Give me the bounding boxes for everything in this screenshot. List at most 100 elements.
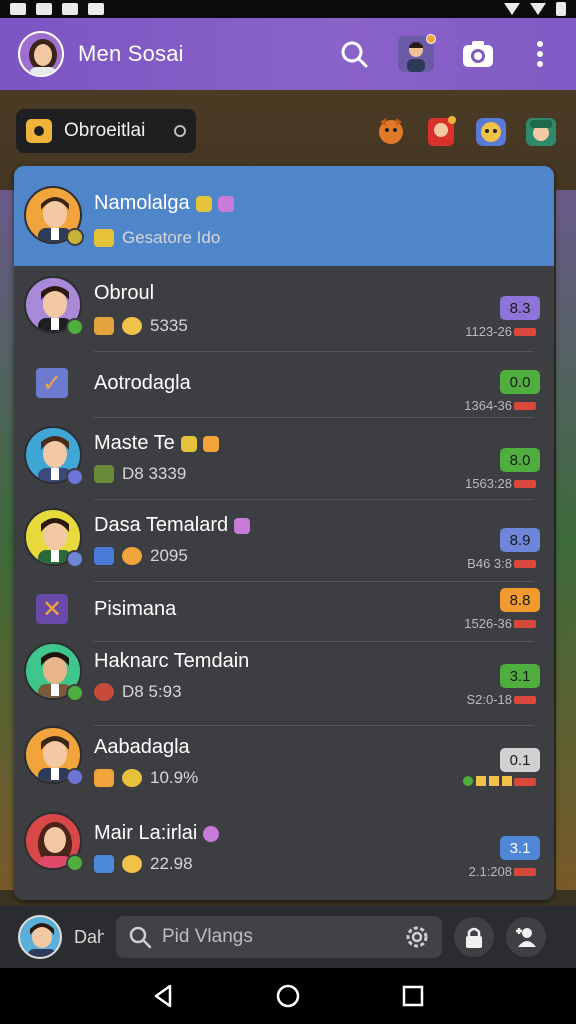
- search-icon: [341, 41, 368, 68]
- flag-icon: [514, 868, 536, 876]
- camera-button[interactable]: [460, 36, 496, 72]
- box-icon: [94, 317, 114, 335]
- contact-name: Namolalga: [94, 192, 234, 215]
- red-character-icon[interactable]: [424, 114, 458, 148]
- timestamp: 1123-26: [465, 324, 512, 339]
- online-badge-icon: [66, 684, 84, 702]
- search-button[interactable]: [336, 36, 372, 72]
- recents-icon[interactable]: [400, 983, 426, 1009]
- cat-character-icon[interactable]: [474, 114, 508, 148]
- camera-icon: [463, 41, 493, 67]
- timestamp: S2:0-18: [466, 692, 512, 707]
- person-add-icon: [516, 928, 536, 947]
- star-icon: [463, 776, 473, 786]
- ball-icon: [94, 683, 114, 701]
- emoji-icon: [122, 855, 142, 873]
- score-badge: 3.1: [500, 664, 540, 688]
- list-item[interactable]: Maste Te D8 3339 8.0 1563:28: [14, 418, 554, 500]
- home-icon[interactable]: [275, 983, 301, 1009]
- scene-decoration: [556, 190, 576, 890]
- online-badge-icon: [66, 768, 84, 786]
- list-item[interactable]: Obroul 5335 8.3 1123-26: [14, 266, 554, 352]
- flag-icon: [514, 620, 536, 628]
- contact-name: Maste Te: [94, 432, 219, 455]
- camera-chip-icon: [26, 119, 52, 143]
- star-icon: [502, 776, 512, 786]
- filter-label: Obroeitlai: [64, 120, 146, 141]
- contact-name: Mair La:irlai: [94, 822, 220, 845]
- checkbox-icon[interactable]: ✓: [36, 368, 68, 398]
- score-badge: 3.1: [500, 836, 540, 860]
- list-item[interactable]: Namolalga Gesatore Ido: [14, 166, 554, 266]
- contact-name: Obroul: [94, 282, 155, 304]
- star-icon: [94, 769, 114, 787]
- lock-button[interactable]: [454, 917, 494, 957]
- list-item[interactable]: Dasa Temalard 2095 8.9 B46 3:8: [14, 500, 554, 582]
- contact-avatar-button[interactable]: [398, 34, 436, 72]
- search-input[interactable]: [162, 926, 394, 948]
- gear-icon[interactable]: [404, 924, 430, 950]
- green-character-icon[interactable]: [524, 114, 558, 148]
- lock-icon: [466, 927, 482, 948]
- tag-icon: [217, 195, 234, 212]
- search-box[interactable]: [116, 916, 442, 958]
- list-item[interactable]: Mair La:irlai 22.98 3.1 2.1:208: [14, 812, 554, 900]
- more-vert-icon: [537, 41, 543, 67]
- flag-icon: [514, 328, 536, 336]
- online-badge-icon: [66, 854, 84, 872]
- timestamp: 2.1:208: [468, 864, 512, 879]
- flag-icon: [514, 560, 536, 568]
- list-item[interactable]: Aabadagla 10.9% 0.1: [14, 726, 554, 812]
- bottom-bar: Dah: [0, 906, 576, 968]
- emoji-icon: [122, 317, 142, 335]
- notification-icon: [36, 3, 52, 15]
- tag-icon: [180, 435, 197, 452]
- chart-icon: [94, 547, 114, 565]
- radio-icon: [174, 125, 186, 137]
- flag-icon: [514, 480, 536, 488]
- notification-icon: [88, 3, 104, 15]
- more-options-button[interactable]: [522, 36, 558, 72]
- contact-name: Aabadagla: [94, 736, 190, 758]
- message-preview: 5335: [94, 316, 188, 336]
- emoji-icon: [122, 547, 142, 565]
- tag-icon: [234, 517, 251, 534]
- close-box-icon[interactable]: ✕: [36, 594, 68, 624]
- score-badge: 8.9: [500, 528, 540, 552]
- filter-row: Obroeitlai: [16, 108, 564, 154]
- profile-avatar[interactable]: [18, 31, 64, 77]
- message-preview: Gesatore Ido: [94, 228, 220, 248]
- list-item[interactable]: Haknarc Temdain D8 5:93 3.1 S2:0-18: [14, 642, 554, 726]
- filter-chip[interactable]: Obroeitlai: [16, 109, 196, 153]
- score-badge: 0.0: [500, 370, 540, 394]
- image-icon: [94, 465, 114, 483]
- message-preview: 10.9%: [94, 768, 198, 788]
- list-item[interactable]: ✕ Pisimana 8.8 1526-36: [14, 582, 554, 642]
- notification-icon: [10, 3, 26, 15]
- avatar-illustration: [20, 33, 62, 75]
- plane-icon: [94, 855, 114, 873]
- tag-icon: [195, 195, 212, 212]
- fox-character-icon[interactable]: [374, 114, 408, 148]
- list-item[interactable]: ✓ Aotrodagla 0.0 1364-36: [14, 352, 554, 418]
- flag-icon: [514, 696, 536, 704]
- back-icon[interactable]: [150, 983, 176, 1009]
- online-badge-icon: [66, 468, 84, 486]
- contact-name: Dasa Temalard: [94, 514, 251, 537]
- battery-icon: [556, 2, 566, 16]
- tag-icon: [202, 435, 219, 452]
- coin-icon: [122, 769, 142, 787]
- score-badge: 0.1: [500, 748, 540, 772]
- app-title: Men Sosai: [78, 41, 184, 66]
- timestamp: B46 3:8: [467, 556, 512, 571]
- notification-icon: [62, 3, 78, 15]
- rating-stars: [463, 776, 512, 786]
- score-badge: 8.8: [500, 588, 540, 612]
- score-badge: 8.0: [500, 448, 540, 472]
- add-contact-button[interactable]: [506, 917, 546, 957]
- message-preview: D8 5:93: [94, 682, 182, 702]
- app-bar: Men Sosai: [0, 18, 576, 90]
- message-preview: 22.98: [94, 854, 193, 874]
- star-icon: [476, 776, 486, 786]
- user-avatar[interactable]: [18, 915, 62, 959]
